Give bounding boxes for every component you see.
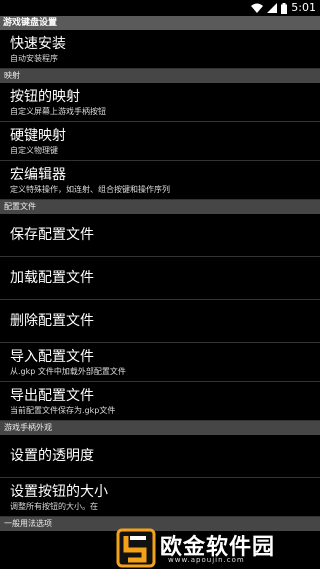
load-config-item[interactable]: 加载配置文件 (0, 257, 320, 300)
macro-editor-item[interactable]: 宏编辑器 定义特殊操作，如连射、组合按键和操作序列 (0, 161, 320, 200)
hard-key-mapping-item[interactable]: 硬键映射 自定义物理键 (0, 122, 320, 161)
section-header-appearance: 游戏手柄外观 (0, 421, 320, 435)
export-config-item[interactable]: 导出配置文件 当前配置文件保存为.gkp文件 (0, 382, 320, 421)
transparency-item[interactable]: 设置的透明度 (0, 435, 320, 478)
import-config-item[interactable]: 导入配置文件 从.gkp 文件中加载外部配置文件 (0, 343, 320, 382)
save-config-item[interactable]: 保存配置文件 (0, 214, 320, 257)
hard-key-mapping-title: 硬键映射 (10, 128, 66, 144)
section-header-config: 配置文件 (0, 200, 320, 214)
status-bar: 5:01 (0, 0, 320, 16)
status-time: 5:01 (291, 1, 316, 14)
export-config-sub: 当前配置文件保存为.gkp文件 (10, 406, 116, 415)
quick-install-sub: 自动安装程序 (10, 54, 58, 63)
screen: 5:01 游戏键盘设置 快速安装 自动安装程序 映射 按钮的映射 自定义屏幕上游… (0, 0, 320, 569)
macro-editor-sub: 定义特殊操作，如连射、组合按键和操作序列 (10, 185, 170, 194)
transparency-title: 设置的透明度 (10, 448, 94, 464)
delete-config-item[interactable]: 删除配置文件 (0, 300, 320, 343)
button-mapping-item[interactable]: 按钮的映射 自定义屏幕上游戏手柄按钮 (0, 83, 320, 122)
button-size-sub: 调整所有按钮的大小。在 (10, 502, 98, 511)
save-config-title: 保存配置文件 (10, 227, 94, 243)
export-config-title: 导出配置文件 (10, 388, 94, 404)
wifi-icon (251, 3, 264, 13)
signal-icon (267, 3, 278, 13)
import-config-sub: 从.gkp 文件中加载外部配置文件 (10, 367, 126, 376)
quick-install-item[interactable]: 快速安装 自动安装程序 (0, 30, 320, 69)
watermark: 欧金软件园 www.apoujin.com (116, 528, 316, 568)
button-mapping-title: 按钮的映射 (10, 89, 80, 105)
quick-install-title: 快速安装 (10, 36, 66, 52)
delete-config-title: 删除配置文件 (10, 313, 94, 329)
load-config-title: 加载配置文件 (10, 270, 94, 286)
import-config-title: 导入配置文件 (10, 349, 94, 365)
battery-icon (281, 2, 288, 14)
button-size-title: 设置按钮的大小 (10, 484, 108, 500)
watermark-url: www.apoujin.com (168, 556, 245, 564)
status-icons: 5:01 (251, 1, 316, 15)
app-title: 游戏键盘设置 (0, 16, 320, 30)
button-size-item[interactable]: 设置按钮的大小 调整所有按钮的大小。在 (0, 478, 320, 517)
watermark-logo-icon (116, 528, 156, 568)
hard-key-mapping-sub: 自定义物理键 (10, 146, 58, 155)
macro-editor-title: 宏编辑器 (10, 167, 66, 183)
button-mapping-sub: 自定义屏幕上游戏手柄按钮 (10, 107, 106, 116)
section-header-mapping: 映射 (0, 69, 320, 83)
